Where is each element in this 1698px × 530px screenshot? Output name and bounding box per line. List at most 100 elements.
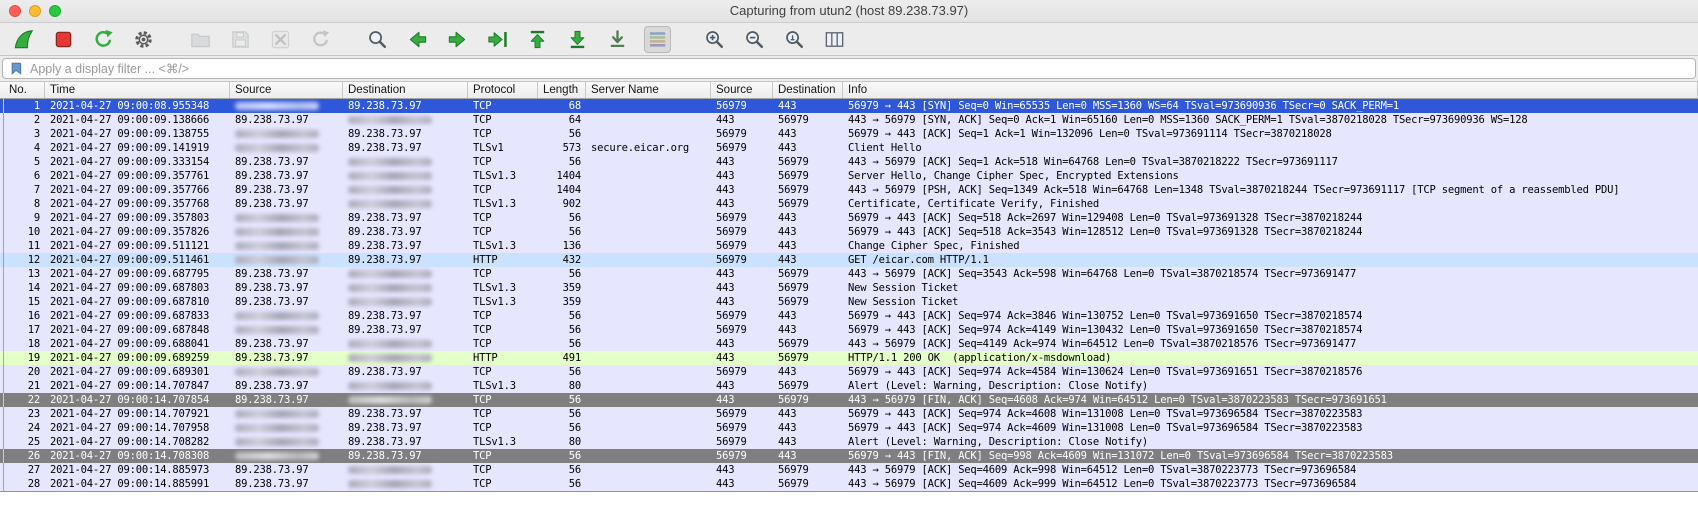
packet-row[interactable]: 192021-04-27 09:00:09.68925989.238.73.97… — [0, 351, 1698, 365]
packet-info: Alert (Level: Warning, Description: Clos… — [843, 379, 1698, 393]
packet-info: 56979 → 443 [ACK] Seq=974 Ack=4608 Win=1… — [843, 407, 1698, 421]
zoom-button[interactable] — [49, 5, 61, 17]
column-header-info[interactable]: Info — [843, 82, 1698, 98]
packet-row[interactable]: 42021-04-27 09:00:09.14191989.238.73.97T… — [0, 141, 1698, 155]
packet-row[interactable]: 202021-04-27 09:00:09.68930189.238.73.97… — [0, 365, 1698, 379]
packet-server-name — [586, 253, 711, 267]
display-filter-input[interactable] — [30, 60, 1689, 77]
packet-row[interactable]: 132021-04-27 09:00:09.68779589.238.73.97… — [0, 267, 1698, 281]
packet-row[interactable]: 242021-04-27 09:00:14.70795889.238.73.97… — [0, 421, 1698, 435]
zoom-100-button[interactable] — [781, 26, 808, 53]
packet-src-port: 443 — [711, 113, 773, 127]
packet-row[interactable]: 52021-04-27 09:00:09.33315489.238.73.97T… — [0, 155, 1698, 169]
packet-time: 2021-04-27 09:00:09.687803 — [45, 281, 230, 295]
zoom-out-button[interactable] — [741, 26, 768, 53]
packet-row[interactable]: 252021-04-27 09:00:14.70828289.238.73.97… — [0, 435, 1698, 449]
colorize-packets-button[interactable] — [644, 26, 671, 53]
go-to-last-packet-button[interactable] — [564, 26, 591, 53]
shark-fin-icon — [12, 28, 35, 51]
packet-row[interactable]: 212021-04-27 09:00:14.70784789.238.73.97… — [0, 379, 1698, 393]
packet-server-name: secure.eicar.org — [586, 141, 711, 155]
related-packet-tick — [0, 127, 8, 141]
packet-src-port: 56979 — [711, 127, 773, 141]
go-forward-button[interactable] — [444, 26, 471, 53]
blurred-ip — [348, 466, 432, 474]
stop-capture-button[interactable] — [50, 26, 77, 53]
packet-length: 56 — [538, 155, 586, 169]
packet-time: 2021-04-27 09:00:09.357826 — [45, 225, 230, 239]
packet-time: 2021-04-27 09:00:08.955348 — [45, 99, 230, 113]
packet-protocol: TCP — [468, 99, 538, 113]
packet-no: 3 — [0, 127, 45, 141]
column-header-protocol[interactable]: Protocol — [468, 82, 538, 98]
packet-row[interactable]: 282021-04-27 09:00:14.88599189.238.73.97… — [0, 477, 1698, 491]
packet-length: 56 — [538, 323, 586, 337]
packet-row[interactable]: 122021-04-27 09:00:09.51146189.238.73.97… — [0, 253, 1698, 267]
start-capture-button[interactable] — [10, 26, 37, 53]
packet-row[interactable]: 62021-04-27 09:00:09.35776189.238.73.97T… — [0, 169, 1698, 183]
packet-row[interactable]: 182021-04-27 09:00:09.68804189.238.73.97… — [0, 337, 1698, 351]
packet-row[interactable]: 22021-04-27 09:00:09.13866689.238.73.97T… — [0, 113, 1698, 127]
restart-capture-button[interactable] — [90, 26, 117, 53]
capture-options-button[interactable] — [130, 26, 157, 53]
filter-bookmark-icon[interactable] — [9, 61, 24, 76]
packet-row[interactable]: 12021-04-27 09:00:08.95534889.238.73.97T… — [0, 99, 1698, 113]
resize-columns-button[interactable] — [821, 26, 848, 53]
packet-row[interactable]: 102021-04-27 09:00:09.35782689.238.73.97… — [0, 225, 1698, 239]
packet-row[interactable]: 152021-04-27 09:00:09.68781089.238.73.97… — [0, 295, 1698, 309]
packet-row[interactable]: 72021-04-27 09:00:09.35776689.238.73.97T… — [0, 183, 1698, 197]
packet-row[interactable]: 272021-04-27 09:00:14.88597389.238.73.97… — [0, 463, 1698, 477]
column-header-server-name[interactable]: Server Name — [586, 82, 711, 98]
column-header-length[interactable]: Length — [538, 82, 586, 98]
column-header-time[interactable]: Time — [45, 82, 230, 98]
go-back-button[interactable] — [404, 26, 431, 53]
column-header-source-port[interactable]: Source — [711, 82, 773, 98]
packet-row[interactable]: 92021-04-27 09:00:09.35780389.238.73.97T… — [0, 211, 1698, 225]
packet-no: 5 — [0, 155, 45, 169]
packet-source — [230, 239, 343, 253]
packet-row[interactable]: 32021-04-27 09:00:09.13875589.238.73.97T… — [0, 127, 1698, 141]
column-header-no[interactable]: No. — [0, 82, 45, 98]
packet-destination — [343, 351, 468, 365]
blurred-ip — [235, 424, 319, 432]
packet-row[interactable]: 262021-04-27 09:00:14.70830889.238.73.97… — [0, 449, 1698, 463]
wireshark-window: Capturing from utun2 (host 89.238.73.97)… — [0, 0, 1698, 530]
packet-row[interactable]: 222021-04-27 09:00:14.70785489.238.73.97… — [0, 393, 1698, 407]
column-header-source[interactable]: Source — [230, 82, 343, 98]
packet-protocol: HTTP — [468, 351, 538, 365]
packet-row[interactable]: 112021-04-27 09:00:09.51112189.238.73.97… — [0, 239, 1698, 253]
packet-no: 10 — [0, 225, 45, 239]
packet-row[interactable]: 142021-04-27 09:00:09.68780389.238.73.97… — [0, 281, 1698, 295]
display-filter-field[interactable] — [2, 58, 1696, 79]
packet-row[interactable]: 172021-04-27 09:00:09.68784889.238.73.97… — [0, 323, 1698, 337]
column-header-destination-port[interactable]: Destination — [773, 82, 843, 98]
column-header-destination[interactable]: Destination — [343, 82, 468, 98]
packet-server-name — [586, 309, 711, 323]
blurred-ip — [348, 116, 432, 124]
auto-scroll-button[interactable] — [604, 26, 631, 53]
packet-no: 12 — [0, 253, 45, 267]
related-packet-tick — [0, 337, 8, 351]
packet-time: 2021-04-27 09:00:09.333154 — [45, 155, 230, 169]
packet-destination: 89.238.73.97 — [343, 435, 468, 449]
find-packet-button[interactable] — [364, 26, 391, 53]
blurred-ip — [235, 214, 319, 222]
packet-protocol: TCP — [468, 113, 538, 127]
packet-src-port: 443 — [711, 281, 773, 295]
zoom-in-button[interactable] — [701, 26, 728, 53]
go-to-packet-button[interactable] — [484, 26, 511, 53]
arrow-left-icon — [406, 28, 429, 51]
packet-destination: 89.238.73.97 — [343, 323, 468, 337]
packet-row[interactable]: 162021-04-27 09:00:09.68783389.238.73.97… — [0, 309, 1698, 323]
packet-server-name — [586, 113, 711, 127]
packet-row[interactable]: 232021-04-27 09:00:14.70792189.238.73.97… — [0, 407, 1698, 421]
window-controls — [0, 5, 61, 17]
reload-capture-file-button — [307, 26, 334, 53]
minimize-button[interactable] — [29, 5, 41, 17]
close-button[interactable] — [9, 5, 21, 17]
save-icon — [229, 28, 252, 51]
open-capture-file-button — [187, 26, 214, 53]
packet-row[interactable]: 82021-04-27 09:00:09.35776889.238.73.97T… — [0, 197, 1698, 211]
go-to-first-packet-button[interactable] — [524, 26, 551, 53]
packet-length: 56 — [538, 421, 586, 435]
